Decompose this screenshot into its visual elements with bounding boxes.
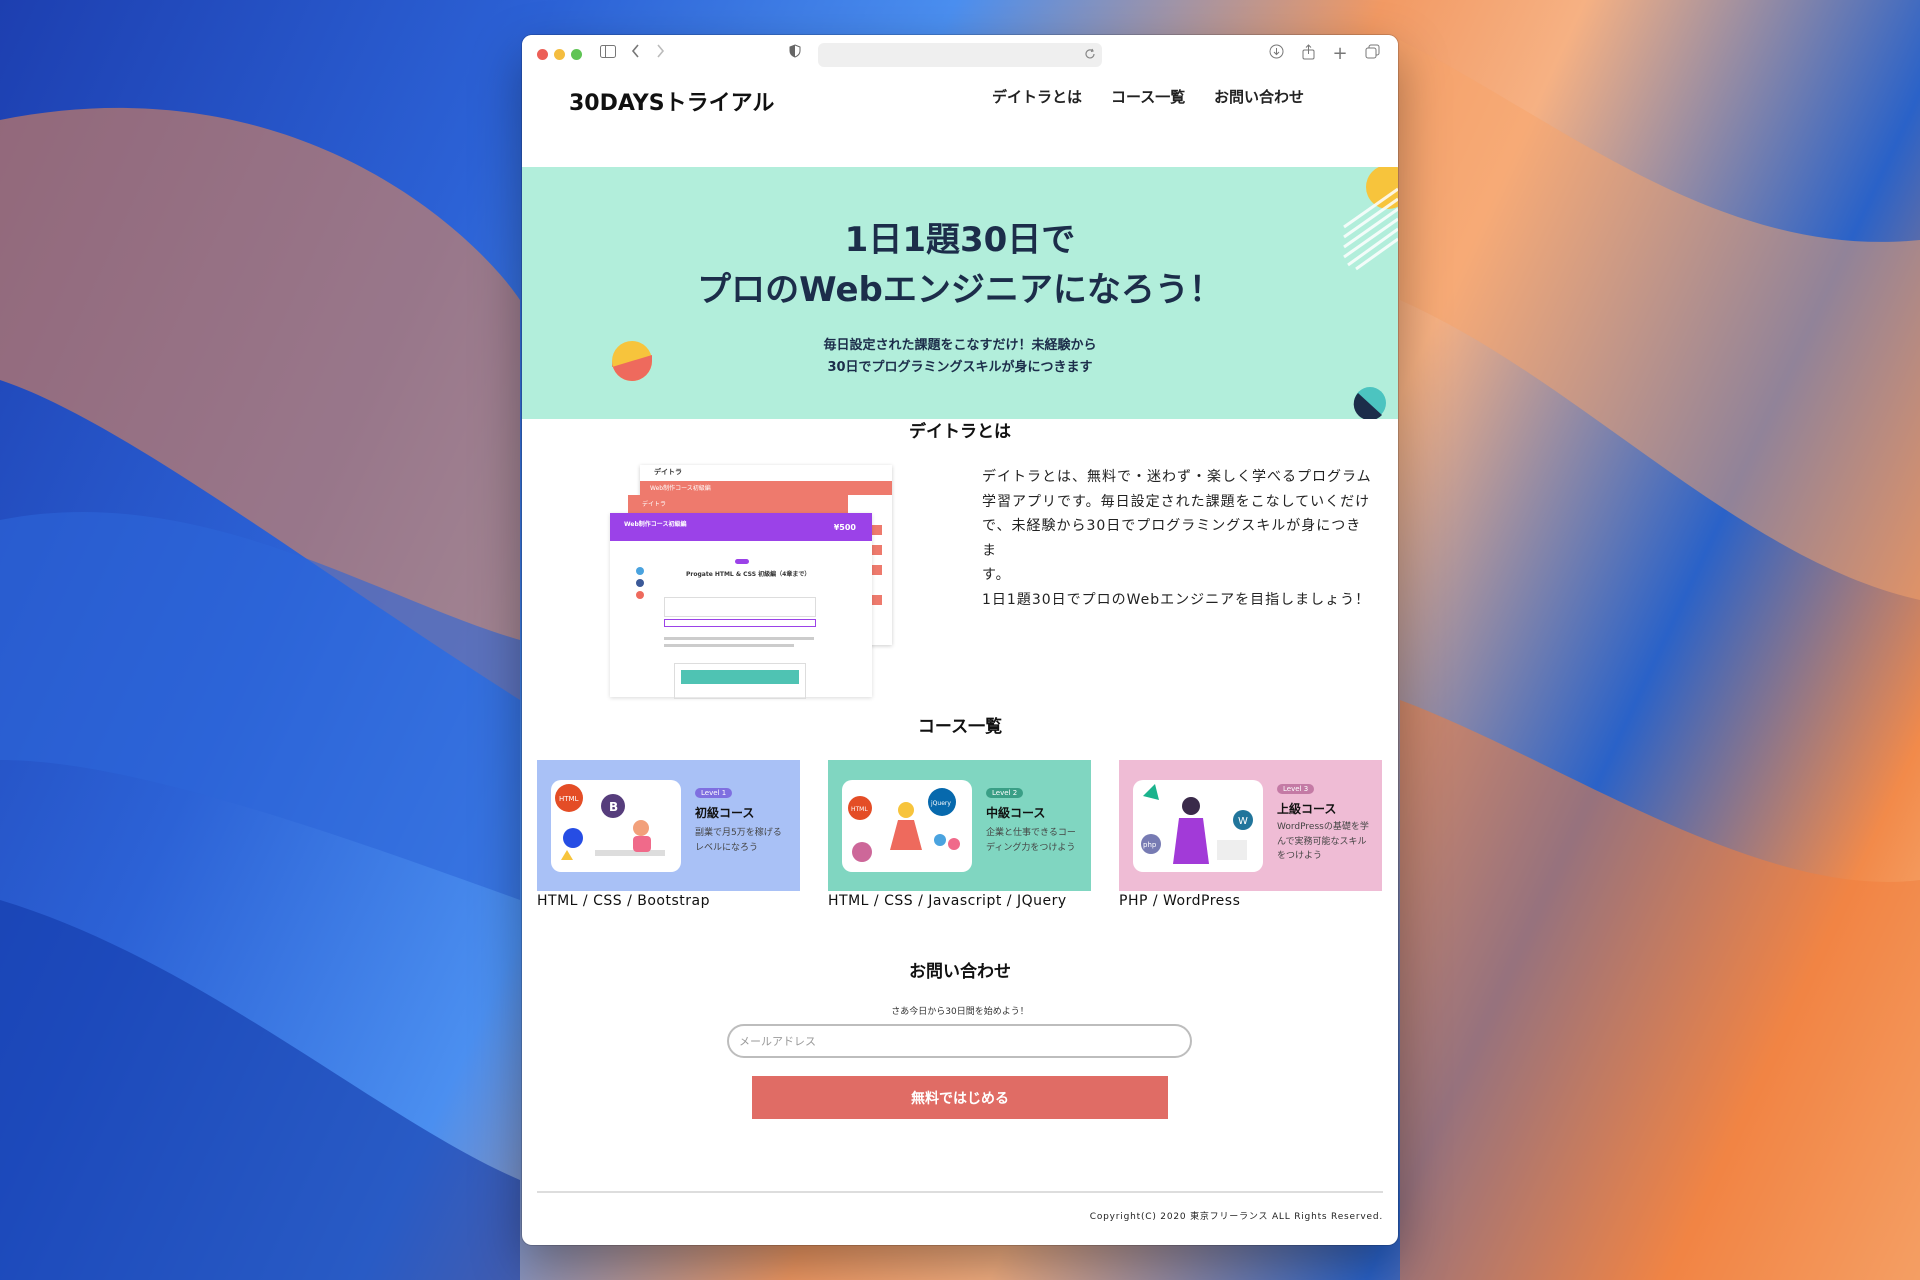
- course-card-beginner[interactable]: HTML B Level 1 初級コース 副業で月5万を稼げるレベルになろう: [537, 760, 800, 891]
- mock-front-page: Web制作コース初級編 ¥500 Progate HTML & CSS 初級編（…: [610, 513, 872, 699]
- download-icon[interactable]: [1266, 44, 1286, 64]
- start-free-button[interactable]: 無料ではじめる: [752, 1076, 1168, 1119]
- about-line-3: で、未経験から30日でプログラミングスキルが身につきま: [982, 518, 1362, 559]
- hero-title: 1日1題30日で プロのWebエンジニアになろう！: [522, 215, 1398, 315]
- course-title: 初級コース: [695, 806, 755, 820]
- course-level-badge: Level 3: [1277, 784, 1315, 794]
- mock-banner-front: Web制作コース初級編 ¥500: [610, 513, 872, 541]
- course-tech-label: HTML / CSS / Javascript / JQuery: [828, 893, 1067, 909]
- mock-banner-back-text: Web制作コース初級編: [650, 485, 711, 492]
- nav-link-courses[interactable]: コース一覧: [1111, 86, 1185, 107]
- email-field[interactable]: [727, 1024, 1192, 1058]
- address-bar[interactable]: [818, 43, 1102, 67]
- about-line-1: デイトラとは、無料で・迷わず・楽しく学べるプログラム: [982, 469, 1372, 485]
- footer-copyright: Copyright(C) 2020 東京フリーランス ALL Rights Re…: [1089, 1212, 1383, 1222]
- courses-section-title: コース一覧: [917, 717, 1003, 737]
- mock-banner-front-text: Web制作コース初級編: [624, 521, 687, 528]
- mock-text-line: [664, 637, 814, 640]
- course-illustration: HTML jQuery: [842, 780, 972, 872]
- share-icon[interactable]: [1298, 44, 1318, 64]
- site-logo[interactable]: 30DAYSトライアル: [569, 85, 774, 117]
- course-card-intermediate[interactable]: HTML jQuery Level 2 中級コース 企業と仕事できるコーディング…: [828, 760, 1091, 891]
- contact-section-title: お問い合わせ: [909, 962, 1011, 982]
- minimize-window-button[interactable]: [554, 49, 565, 60]
- course-card-advanced[interactable]: php W Level 3 上級コース WordPressの基礎を学んで実務可能…: [1119, 760, 1382, 891]
- sidebar-toggle-icon[interactable]: [598, 44, 618, 64]
- course-illustration: HTML B: [551, 780, 681, 872]
- mock-price: ¥500: [833, 523, 856, 532]
- tab-overview-icon[interactable]: [1362, 44, 1382, 64]
- nav-link-about[interactable]: デイトラとは: [992, 86, 1082, 107]
- course-description: 副業で月5万を稼げるレベルになろう: [695, 828, 782, 853]
- beginner-illustration: HTML B: [555, 784, 665, 860]
- course-title: 中級コース: [986, 806, 1046, 820]
- hero-title-line2: プロのWebエンジニアになろう！: [697, 270, 1223, 310]
- svg-text:B: B: [609, 800, 618, 814]
- app-screenshot-image: デイトラ Web制作コース初級編 デイトラ Web制作コース初級編 ¥500 P…: [602, 465, 922, 699]
- mock-banner-back: Web制作コース初級編: [640, 481, 892, 495]
- svg-text:W: W: [1238, 816, 1248, 827]
- about-line-4: す。: [982, 567, 1011, 583]
- hero-section: 1日1題30日で プロのWebエンジニアになろう！ 毎日設定された課題をこなすだ…: [522, 167, 1398, 419]
- contact-note: さあ今日から30日間を始めよう！: [891, 1007, 1029, 1017]
- advanced-illustration: php W: [1141, 784, 1253, 864]
- mock-lesson-title: Progate HTML & CSS 初級編（4章まで）: [686, 571, 811, 578]
- reload-icon[interactable]: [1084, 45, 1096, 64]
- browser-window: + 30DAYSトライアル デイトラとは コース一覧 お問い合わせ 1日1題30…: [522, 35, 1398, 1245]
- hero-subtitle-line1: 毎日設定された課題をこなすだけ！未経験から: [823, 338, 1097, 353]
- mock-box: [674, 663, 806, 699]
- course-tech-label: HTML / CSS / Bootstrap: [537, 893, 710, 909]
- course-title: 上級コース: [1277, 802, 1337, 816]
- about-description: デイトラとは、無料で・迷わず・楽しく学べるプログラム 学習アプリです。毎日設定さ…: [982, 465, 1374, 612]
- mock-share-icon: [636, 591, 644, 599]
- hero-subtitle: 毎日設定された課題をこなすだけ！未経験から 30日でプログラミングスキルが身につ…: [522, 335, 1398, 379]
- new-tab-icon[interactable]: +: [1330, 44, 1350, 64]
- course-tech-label: PHP / WordPress: [1119, 893, 1241, 909]
- about-line-2: 学習アプリです。毎日設定された課題をこなしていくだけ: [982, 493, 1371, 510]
- footer-divider: [537, 1191, 1383, 1193]
- mock-twitter-icon: [636, 567, 644, 575]
- course-description: 企業と仕事できるコーディング力をつけよう: [986, 828, 1076, 853]
- close-window-button[interactable]: [537, 49, 548, 60]
- hero-title-line1: 1日1題30日で: [844, 220, 1076, 260]
- privacy-shield-icon[interactable]: [785, 44, 805, 64]
- course-level-badge: Level 1: [695, 788, 733, 798]
- hero-subtitle-line2: 30日でプログラミングスキルが身につきます: [827, 360, 1093, 375]
- svg-text:jQuery: jQuery: [930, 800, 951, 807]
- mock-tag: [735, 559, 749, 564]
- svg-text:php: php: [1143, 841, 1157, 849]
- intermediate-illustration: HTML jQuery: [848, 788, 960, 862]
- forward-icon[interactable]: [650, 44, 670, 64]
- mock-box: [664, 619, 816, 627]
- decor-circle-bottomright: [1353, 387, 1386, 419]
- mock-brand-back: デイトラ: [654, 468, 682, 476]
- back-icon[interactable]: [626, 44, 646, 64]
- browser-toolbar: +: [522, 35, 1398, 73]
- course-illustration: php W: [1133, 780, 1263, 872]
- mock-banner-mid: デイトラ: [628, 495, 848, 515]
- svg-text:HTML: HTML: [851, 806, 868, 813]
- mock-brand-mid: デイトラ: [642, 501, 667, 508]
- mock-text-line: [664, 644, 794, 647]
- about-section-title: デイトラとは: [909, 422, 1011, 442]
- mock-box: [664, 597, 816, 617]
- mock-facebook-icon: [636, 579, 644, 587]
- course-level-badge: Level 2: [986, 788, 1024, 798]
- mock-teal-bar: [681, 670, 799, 684]
- about-line-5: 1日1題30日でプロのWebエンジニアを目指しましょう！: [982, 591, 1371, 608]
- nav-link-contact[interactable]: お問い合わせ: [1214, 86, 1304, 107]
- course-description: WordPressの基礎を学んで実務可能なスキルをつけよう: [1277, 822, 1369, 861]
- svg-text:HTML: HTML: [559, 795, 579, 803]
- zoom-window-button[interactable]: [571, 49, 582, 60]
